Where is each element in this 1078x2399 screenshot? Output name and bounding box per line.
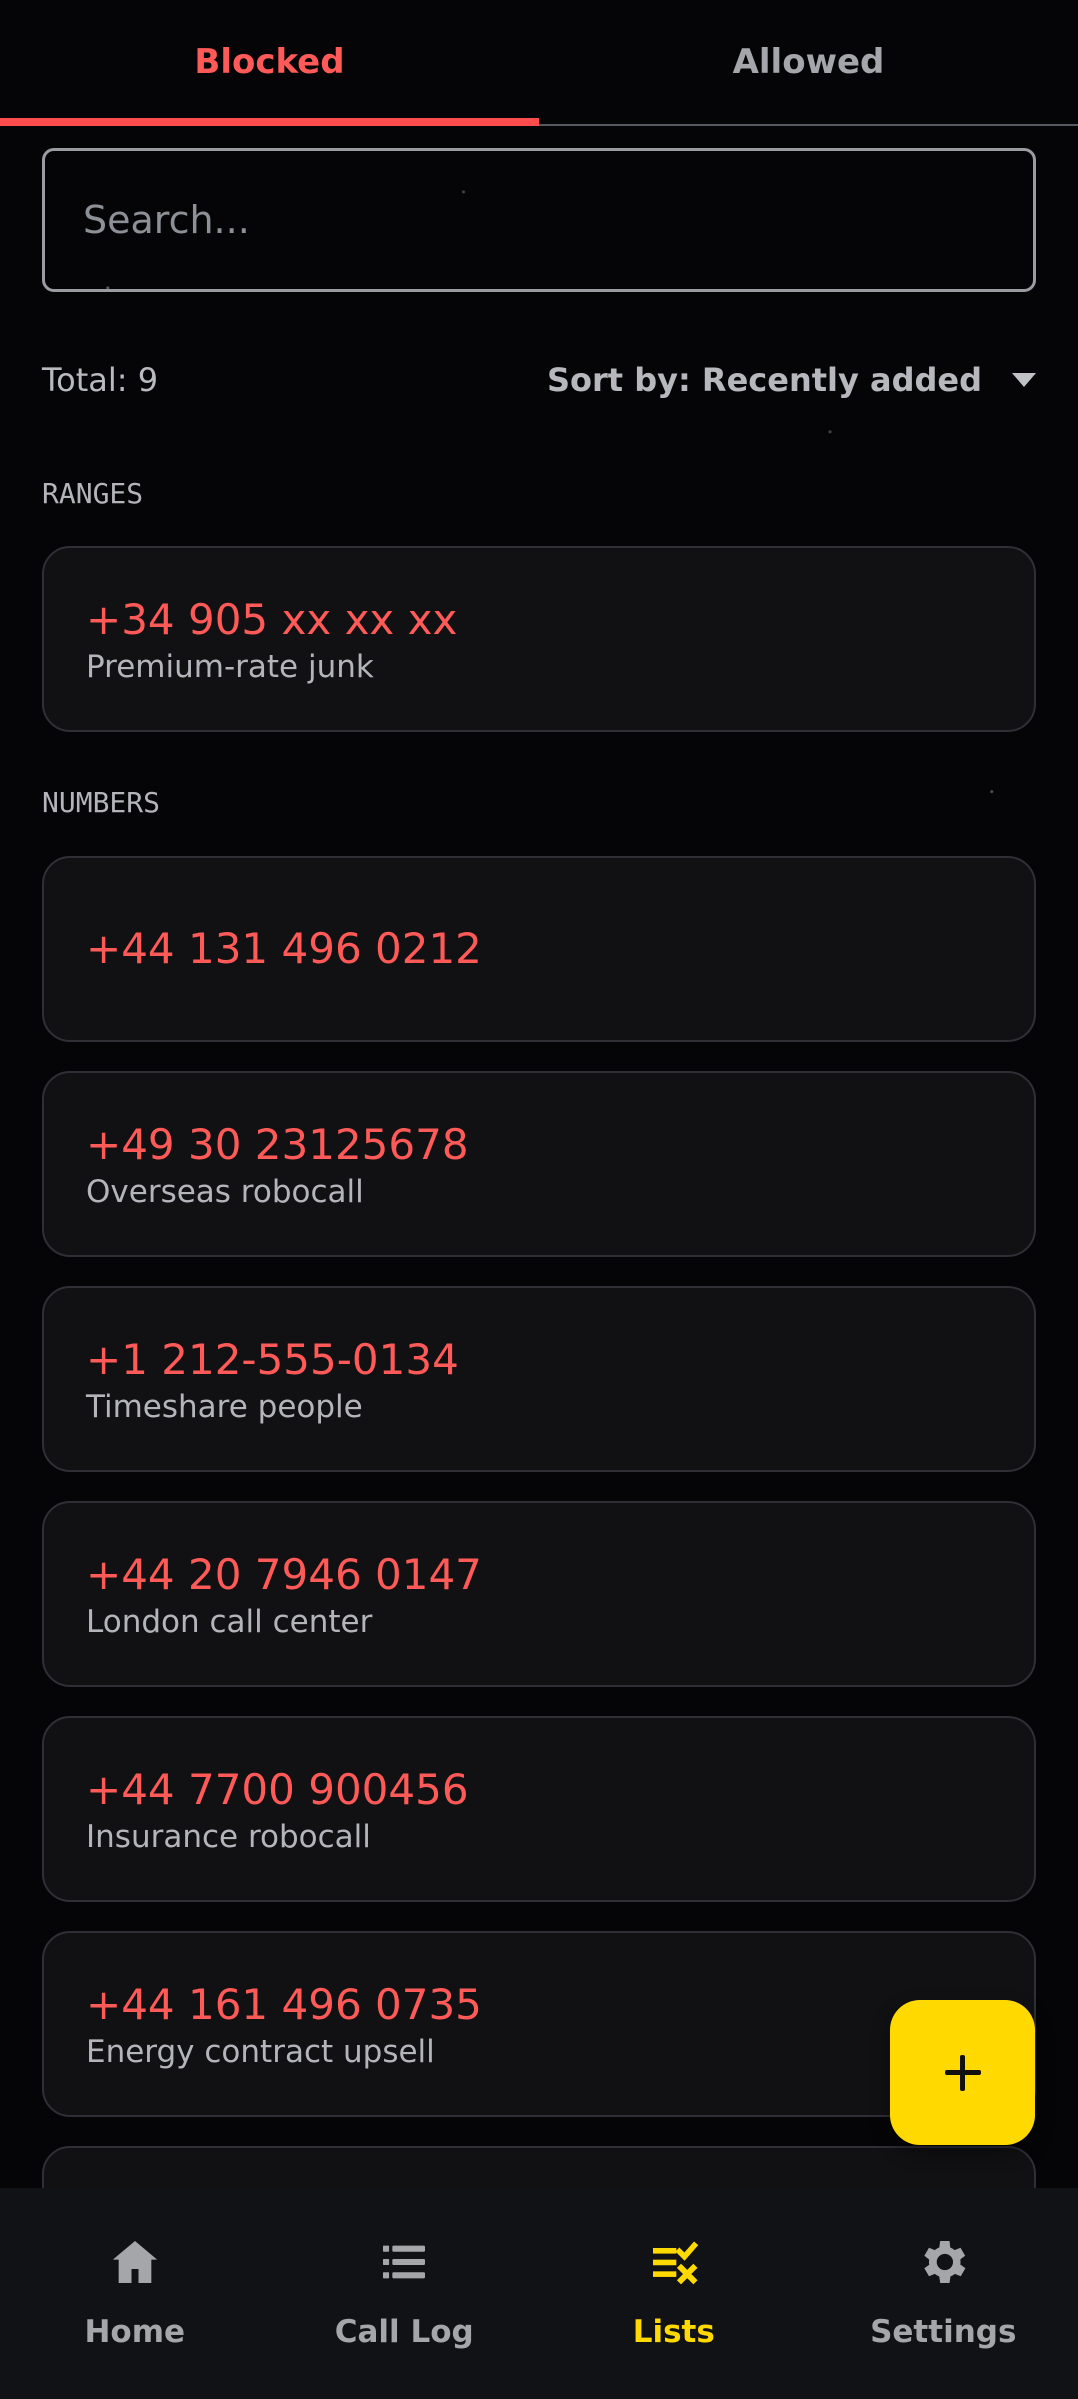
add-button[interactable] bbox=[890, 2000, 1035, 2145]
gear-icon bbox=[924, 2241, 966, 2283]
search-input[interactable]: Search... bbox=[42, 148, 1036, 292]
list-icon bbox=[383, 2245, 426, 2279]
blocked-number: +1 212-555-0134 bbox=[86, 1335, 459, 1384]
tab-allowed[interactable]: Allowed bbox=[539, 0, 1078, 124]
nav-call-log-label: Call Log bbox=[334, 2314, 474, 2350]
numbers-heading: NUMBERS bbox=[42, 786, 161, 819]
nav-lists[interactable]: Lists bbox=[539, 2188, 809, 2399]
number-card[interactable]: +49 30 23125678 Overseas robocall bbox=[42, 1071, 1036, 1257]
number-card[interactable]: +44 161 496 0735 Energy contract upsell bbox=[42, 1931, 1036, 2117]
sort-label: Sort by: Recently added bbox=[546, 361, 982, 399]
range-card[interactable]: +34 905 xx xx xx Premium-rate junk bbox=[42, 546, 1036, 732]
plus-icon bbox=[944, 2054, 981, 2091]
blocked-number-label: London call center bbox=[86, 1604, 373, 1640]
nav-call-log[interactable]: Call Log bbox=[270, 2188, 540, 2399]
nav-lists-label: Lists bbox=[632, 2314, 715, 2350]
search-placeholder: Search... bbox=[83, 198, 250, 242]
range-label: Premium-rate junk bbox=[86, 649, 374, 685]
blocked-number: +44 20 7946 0147 bbox=[86, 1550, 482, 1599]
nav-settings-label: Settings bbox=[870, 2314, 1017, 2350]
list-tabs: Blocked Allowed bbox=[0, 0, 1078, 126]
blocked-number: +44 131 496 0212 bbox=[86, 924, 482, 973]
tab-blocked[interactable]: Blocked bbox=[0, 0, 539, 126]
blocked-number: +49 30 23125678 bbox=[86, 1120, 469, 1169]
range-number: +34 905 xx xx xx bbox=[86, 595, 458, 644]
number-card[interactable]: +44 131 496 0212 bbox=[42, 856, 1036, 1042]
blocked-number-label: Insurance robocall bbox=[86, 1819, 371, 1855]
ranges-heading: RANGES bbox=[42, 477, 144, 510]
tab-allowed-label: Allowed bbox=[732, 42, 885, 82]
blocked-number-label: Overseas robocall bbox=[86, 1174, 364, 1210]
nav-home-label: Home bbox=[84, 2314, 186, 2350]
blocked-number-label: Energy contract upsell bbox=[86, 2034, 435, 2070]
blocked-number-label: Timeshare people bbox=[86, 1389, 363, 1425]
list-summary: Total: 9 Sort by: Recently added bbox=[42, 355, 1036, 405]
bottom-navigation: Home Call Log Lists Settings bbox=[0, 2188, 1078, 2399]
nav-home[interactable]: Home bbox=[0, 2188, 270, 2399]
lists-icon bbox=[652, 2241, 699, 2285]
home-icon bbox=[112, 2241, 157, 2283]
blocked-number: +44 7700 900456 bbox=[86, 1765, 469, 1814]
tab-blocked-label: Blocked bbox=[194, 42, 345, 82]
sort-dropdown[interactable]: Sort by: Recently added bbox=[547, 361, 1036, 399]
chevron-down-icon bbox=[1012, 373, 1036, 387]
nav-settings[interactable]: Settings bbox=[809, 2188, 1078, 2399]
total-count: Total: 9 bbox=[42, 361, 159, 399]
number-card[interactable]: +1 212-555-0134 Timeshare people bbox=[42, 1286, 1036, 1472]
number-card[interactable]: +44 20 7946 0147 London call center bbox=[42, 1501, 1036, 1687]
blocked-number: +44 161 496 0735 bbox=[86, 1980, 482, 2029]
number-card[interactable]: +44 7700 900456 Insurance robocall bbox=[42, 1716, 1036, 1902]
